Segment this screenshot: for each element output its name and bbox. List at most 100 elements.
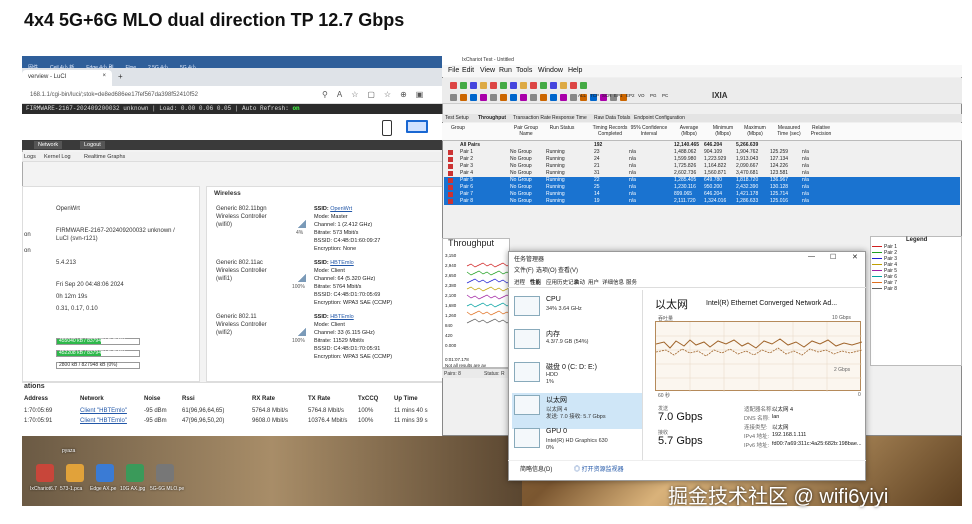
toolbar-icon[interactable] [570,82,577,89]
toolbar-filter-ep2[interactable]: EP2 [626,93,635,98]
toolbar-filter-scr[interactable]: SCR [602,93,612,98]
tab-1[interactable]: Throughput [478,115,506,121]
toolbar-icon[interactable] [560,82,567,89]
desktop-icon-3[interactable] [126,464,144,482]
maximize-button[interactable]: ☐ [830,253,836,261]
toolbar-icon[interactable] [530,94,537,101]
toolbar-filter-vo[interactable]: VO [638,93,645,98]
resource-0[interactable]: CPU 34% 3.64 GHz [512,294,642,330]
tab-luci-overview[interactable]: verview - LuCI × [22,70,112,86]
tm-tab-6[interactable]: 服务 [626,278,637,286]
toolbar-icon[interactable] [570,94,577,101]
toolbar-icon[interactable] [550,94,557,101]
tm-tab-4[interactable]: 用户 [588,278,599,286]
tm-menu-2[interactable]: 查看(V) [558,265,578,274]
toolbar-icon[interactable] [520,82,527,89]
toolbar-icon[interactable] [450,94,457,101]
toolbar-icon[interactable] [540,82,547,89]
desktop-icon-0[interactable] [36,464,54,482]
ssid-link[interactable]: HBTEmlo [330,314,354,320]
subnav-logs[interactable]: Logs [24,154,36,160]
grid-col-3[interactable]: Timing Records Completed [592,125,628,137]
nav-network[interactable]: Network [34,141,63,149]
toolbar-icon[interactable] [470,82,477,89]
tab-2[interactable]: Transaction Rate [513,115,551,121]
menu-run[interactable]: Run [499,67,512,74]
toolbar-icon[interactable] [580,82,587,89]
grid-col-0[interactable]: Group [446,125,470,132]
grid-col-1[interactable]: Pair Group Name [510,125,542,137]
toolbar-filter-ep1[interactable]: EP1 [614,93,623,98]
tm-tab-3[interactable]: 启动 [574,278,585,286]
toolbar-icon[interactable] [520,94,527,101]
resource-4[interactable]: GPU 0 Intel(R) HD Graphics 630 0% [512,426,642,462]
tm-tab-5[interactable]: 详细信息 [602,278,624,286]
toolbar-icon[interactable] [500,94,507,101]
resource-1[interactable]: 内存 4.3/7.9 GB (54%) [512,327,642,363]
menu-view[interactable]: View [480,67,495,74]
grid-col-9[interactable]: Relative Precision [806,125,836,137]
toolbar-filter-all[interactable]: ALL [578,93,586,98]
desktop-icon-1[interactable] [66,464,84,482]
grid-row-all-pairs[interactable]: All Pairs 192 12,140.465 646.204 5,266.639 [444,142,960,149]
minimize-button[interactable]: — [808,253,815,260]
toolbar-icon[interactable] [500,82,507,89]
close-button[interactable]: ✕ [852,253,858,261]
menu-help[interactable]: Help [568,67,582,74]
new-tab-button[interactable]: + [118,72,123,81]
grid-col-8[interactable]: Measured Time (sec) [774,125,804,137]
tab-close-icon[interactable]: × [102,73,106,79]
toolbar-icon[interactable] [540,94,547,101]
laptop-icon[interactable] [406,120,428,133]
menu-window[interactable]: Window [538,67,563,74]
menu-file[interactable]: File [448,67,459,74]
assoc-cell[interactable]: Client "HBTEmlo" [80,418,127,424]
subnav-realtime-graphs[interactable]: Realtime Graphs [84,154,125,160]
grid-row-pair[interactable]: Pair 3 No Group Running 21 n/a 1,725.826 1,164… [444,163,960,170]
open-resource-monitor-link[interactable]: ◎ 打开资源监视器 [574,464,624,473]
fewer-details-link[interactable]: 简略信息(D) [520,464,552,473]
menu-edit[interactable]: Edit [462,67,474,74]
toolbar-filter-pg[interactable]: PG [650,93,657,98]
grid-row-pair[interactable]: Pair 5 No Group Running 22 n/a 1,285.405 649.7… [444,177,960,184]
grid-col-5[interactable]: Average (Mbps) [674,125,704,137]
assoc-cell[interactable]: Client "HBTEmlo" [80,408,127,414]
toolbar-icon[interactable] [470,94,477,101]
toolbar-icon[interactable] [460,82,467,89]
toolbar-icon[interactable] [550,82,557,89]
tab-3[interactable]: Response Time [552,115,587,121]
menu-tools[interactable]: Tools [516,67,532,74]
ssid-link[interactable]: OpenWrt [330,206,352,212]
tm-menu-1[interactable]: 选项(O) [536,265,557,274]
grid-row-pair[interactable]: Pair 6 No Group Running 25 n/a 1,230.116 950.2… [444,184,960,191]
toolbar-filter-pc[interactable]: PC [662,93,668,98]
resource-3[interactable]: 以太网 以太网 4 发送: 7.0 接收: 5.7 Gbps [512,393,642,429]
phone-icon[interactable] [382,120,392,136]
grid-row-pair[interactable]: Pair 8 No Group Running 19 n/a 2,111.720 1,324… [444,198,960,205]
grid-col-7[interactable]: Maximum (Mbps) [740,125,770,137]
toolbar-filter-tcp[interactable]: TCP [590,93,599,98]
toolbar-icon[interactable] [490,94,497,101]
grid-row-pair[interactable]: Pair 4 No Group Running 31 n/a 2,602.736 1,560… [444,170,960,177]
grid-col-2[interactable]: Run Status [544,125,580,132]
desktop-icon-4[interactable] [156,464,174,482]
toolbar-icon[interactable] [480,82,487,89]
toolbar-icon[interactable] [460,94,467,101]
tm-tab-1[interactable]: 性能 [530,278,541,286]
toolbar-icon[interactable] [490,82,497,89]
tm-menu-0[interactable]: 文件(F) [514,265,534,274]
auto-refresh-state[interactable]: on [292,105,299,112]
grid-col-4[interactable]: 95% Confidence Interval [628,125,670,137]
grid-row-pair[interactable]: Pair 1 No Group Running 23 n/a 1,488.062 904.1… [444,149,960,156]
subnav-kernel-log[interactable]: Kernel Log [44,154,71,160]
browser-toolbar-icons[interactable]: ⚲A☆▢☆⊕▣ [322,90,432,99]
toolbar-icon[interactable] [560,94,567,101]
nav-logout[interactable]: Logout [80,141,105,149]
toolbar-icon[interactable] [480,94,487,101]
toolbar-icon[interactable] [510,94,517,101]
toolbar-icon[interactable] [450,82,457,89]
resource-2[interactable]: 磁盘 0 (C: D: E:) HDD 1% [512,360,642,396]
toolbar-icon[interactable] [510,82,517,89]
desktop-icon-2[interactable] [96,464,114,482]
tab-5[interactable]: Endpoint Configuration [634,115,685,121]
